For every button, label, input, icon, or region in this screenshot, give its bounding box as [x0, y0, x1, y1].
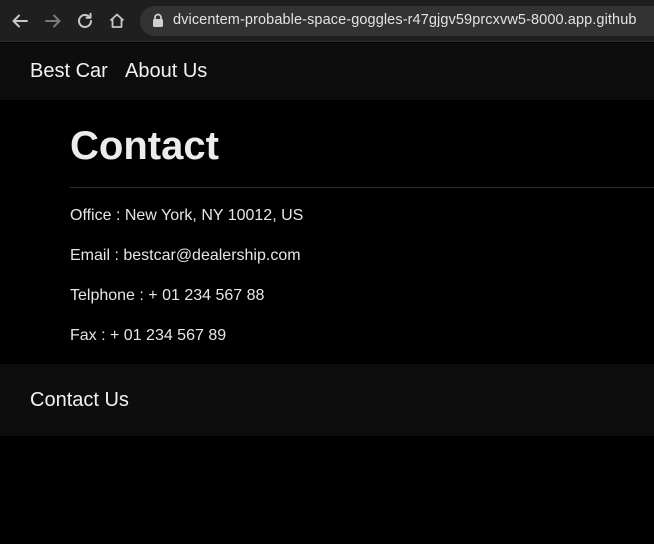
telephone-line: Telphone : + 01 234 567 88	[70, 287, 265, 304]
nav-about-link[interactable]: About Us	[125, 60, 207, 83]
browser-toolbar: dvicentem-probable-space-goggles-r47gjgv…	[0, 0, 654, 42]
site-header: Best Car About Us	[0, 43, 654, 100]
nav-brand-link[interactable]: Best Car	[30, 60, 108, 83]
page-title: Contact	[70, 124, 219, 168]
lock-icon[interactable]	[152, 13, 164, 33]
title-divider	[70, 187, 654, 188]
office-line: Office : New York, NY 10012, US	[70, 207, 304, 224]
footer: Contact Us	[0, 364, 654, 436]
email-line: Email : bestcar@dealership.com	[70, 247, 301, 264]
footer-contact-link[interactable]: Contact Us	[30, 389, 129, 412]
reload-icon[interactable]	[75, 11, 95, 31]
home-icon[interactable]	[107, 11, 127, 31]
fax-line: Fax : + 01 234 567 89	[70, 327, 227, 344]
url-text[interactable]: dvicentem-probable-space-goggles-r47gjgv…	[173, 12, 637, 28]
address-bar[interactable]: dvicentem-probable-space-goggles-r47gjgv…	[140, 6, 654, 36]
forward-arrow-icon[interactable]	[43, 11, 63, 31]
back-arrow-icon[interactable]	[10, 11, 30, 31]
